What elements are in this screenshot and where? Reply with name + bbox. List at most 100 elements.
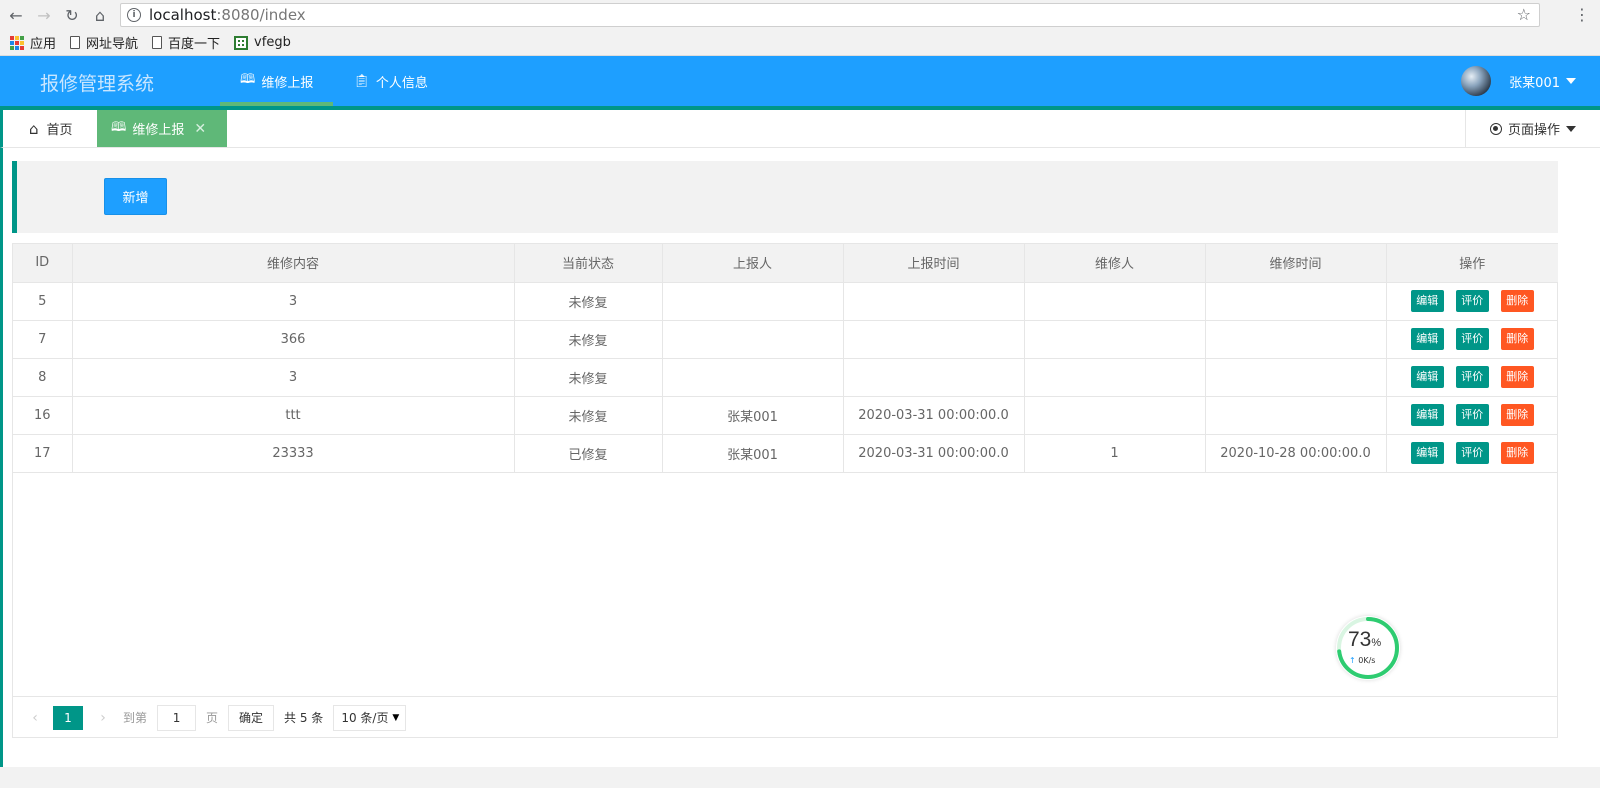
cell-ops: 编辑 评价 删除 — [1386, 396, 1558, 435]
edit-button[interactable]: 编辑 — [1410, 404, 1444, 426]
user-name: 张某001 — [1509, 75, 1560, 91]
bookmark-star-icon[interactable]: ☆ — [1517, 5, 1531, 24]
col-id[interactable]: ID — [13, 244, 73, 283]
tab-home[interactable]: ⌂ 首页 — [15, 110, 87, 147]
chevron-down-icon — [1566, 78, 1576, 84]
cell-status: 已修复 — [514, 434, 663, 473]
cell-status: 未修复 — [514, 320, 663, 359]
speed-rate: ↑ 0K/s — [1349, 656, 1376, 665]
total-count: 共 5 条 — [284, 711, 324, 725]
edit-button[interactable]: 编辑 — [1410, 366, 1444, 388]
url-text: localhost:8080/index — [149, 6, 306, 24]
delete-button[interactable]: 删除 — [1500, 404, 1534, 426]
delete-button[interactable]: 删除 — [1500, 328, 1534, 350]
rate-button[interactable]: 评价 — [1455, 366, 1489, 388]
top-nav: 🕮 维修上报 📋︎ 个人信息 — [220, 56, 448, 106]
avatar[interactable] — [1461, 66, 1492, 96]
browser-menu-icon[interactable]: ⋮ — [1574, 5, 1590, 24]
cell-repair-time — [1205, 358, 1387, 397]
col-content[interactable]: 维修内容 — [72, 244, 515, 283]
cell-reporter — [662, 320, 844, 359]
info-icon[interactable]: i — [127, 8, 141, 22]
page-ops-menu[interactable]: 页面操作 — [1465, 110, 1600, 147]
cell-status: 未修复 — [514, 358, 663, 397]
bookmarks-bar: 应用 网址导航 百度一下 vfegb — [0, 30, 1600, 56]
cell-content: 3 — [72, 358, 515, 397]
forward-icon[interactable]: → — [32, 3, 56, 27]
cell-repair-time — [1205, 282, 1387, 321]
apps-grid-icon — [10, 35, 24, 50]
reload-icon[interactable]: ↻ — [60, 3, 84, 27]
cell-reporter — [662, 282, 844, 321]
bookmark-nav-sites[interactable]: 网址导航 — [70, 33, 138, 52]
nav-repair-report[interactable]: 🕮 维修上报 — [220, 56, 334, 106]
page-current[interactable]: 1 — [53, 705, 83, 730]
delete-button[interactable]: 删除 — [1500, 366, 1534, 388]
network-speed-widget[interactable]: 73% ↑ 0K/s — [1336, 616, 1400, 680]
nav-personal-info[interactable]: 📋︎ 个人信息 — [333, 56, 448, 106]
col-reporter[interactable]: 上报人 — [662, 244, 844, 283]
qr-icon — [234, 35, 249, 50]
bookmark-vfegb[interactable]: vfegb — [234, 35, 291, 50]
page-size-select[interactable]: 10 条/页 — [333, 704, 407, 731]
user-menu[interactable]: 张某001 — [1461, 56, 1576, 106]
cell-report-time — [843, 320, 1025, 359]
cell-report-time: 2020-03-31 00:00:00.0 — [843, 434, 1025, 473]
clipboard-icon: 📋︎ — [353, 73, 370, 89]
tab-repair-report[interactable]: 🕮 维修上报 ✕ — [97, 110, 227, 147]
cell-id: 7 — [13, 320, 73, 359]
home-icon[interactable]: ⌂ — [88, 3, 112, 27]
cell-ops: 编辑 评价 删除 — [1386, 434, 1558, 473]
next-page-icon[interactable]: › — [93, 710, 113, 726]
back-icon[interactable]: ← — [4, 3, 28, 27]
prev-page-icon[interactable]: ‹ — [25, 710, 45, 726]
rate-button[interactable]: 评价 — [1455, 404, 1489, 426]
page-icon — [70, 36, 81, 49]
table-row: 17 23333 已修复 张某001 2020-03-31 00:00:00.0… — [13, 434, 1558, 473]
col-repair-time[interactable]: 维修时间 — [1205, 244, 1387, 283]
rate-button[interactable]: 评价 — [1455, 442, 1489, 464]
cell-report-time — [843, 282, 1025, 321]
cell-content: 3 — [72, 282, 515, 321]
footer-strip — [0, 767, 1600, 788]
col-ops: 操作 — [1386, 244, 1558, 283]
address-bar[interactable]: i localhost:8080/index ☆ — [120, 3, 1540, 27]
cell-report-time — [843, 358, 1025, 397]
table-header: ID 维修内容 当前状态 上报人 上报时间 维修人 维修时间 操作 — [13, 244, 1558, 283]
col-status[interactable]: 当前状态 — [514, 244, 663, 283]
cell-status: 未修复 — [514, 282, 663, 321]
rate-button[interactable]: 评价 — [1455, 328, 1489, 350]
cell-status: 未修复 — [514, 396, 663, 435]
goto-page-input[interactable]: 1 — [157, 704, 197, 731]
goto-confirm-button[interactable]: 确定 — [228, 704, 275, 731]
book-icon: 🕮 — [240, 72, 256, 87]
target-icon — [1489, 122, 1502, 135]
cell-content: ttt — [72, 396, 515, 435]
book-icon: 🕮 — [111, 119, 127, 135]
cell-reporter — [662, 358, 844, 397]
cell-content: 23333 — [72, 434, 515, 473]
cell-id: 16 — [13, 396, 73, 435]
col-repairer[interactable]: 维修人 — [1024, 244, 1206, 283]
rate-button[interactable]: 评价 — [1455, 290, 1489, 312]
edit-button[interactable]: 编辑 — [1410, 442, 1444, 464]
edit-button[interactable]: 编辑 — [1410, 328, 1444, 350]
app-logo: 报修管理系统 — [40, 73, 155, 95]
bookmark-baidu[interactable]: 百度一下 — [152, 33, 220, 52]
cell-repair-time — [1205, 396, 1387, 435]
col-report-time[interactable]: 上报时间 — [843, 244, 1025, 283]
close-icon[interactable]: ✕ — [194, 121, 206, 137]
cell-id: 17 — [13, 434, 73, 473]
tab-bar: ⌂ 首页 🕮 维修上报 ✕ 页面操作 — [0, 110, 1600, 148]
add-button[interactable]: 新增 — [104, 178, 167, 215]
delete-button[interactable]: 删除 — [1500, 442, 1534, 464]
table-row: 7 366 未修复 编辑 评价 删除 — [13, 320, 1558, 359]
delete-button[interactable]: 删除 — [1500, 290, 1534, 312]
page-icon — [152, 36, 163, 49]
app-header: 报修管理系统 🕮 维修上报 📋︎ 个人信息 张某001 — [0, 56, 1600, 106]
cell-repairer — [1024, 282, 1206, 321]
data-table: ID 维修内容 当前状态 上报人 上报时间 维修人 维修时间 操作 5 3 未修… — [12, 243, 1558, 738]
edit-button[interactable]: 编辑 — [1410, 290, 1444, 312]
browser-toolbar: ← → ↻ ⌂ i localhost:8080/index ☆ ⋮ — [0, 0, 1600, 30]
bookmark-apps[interactable]: 应用 — [10, 33, 56, 52]
